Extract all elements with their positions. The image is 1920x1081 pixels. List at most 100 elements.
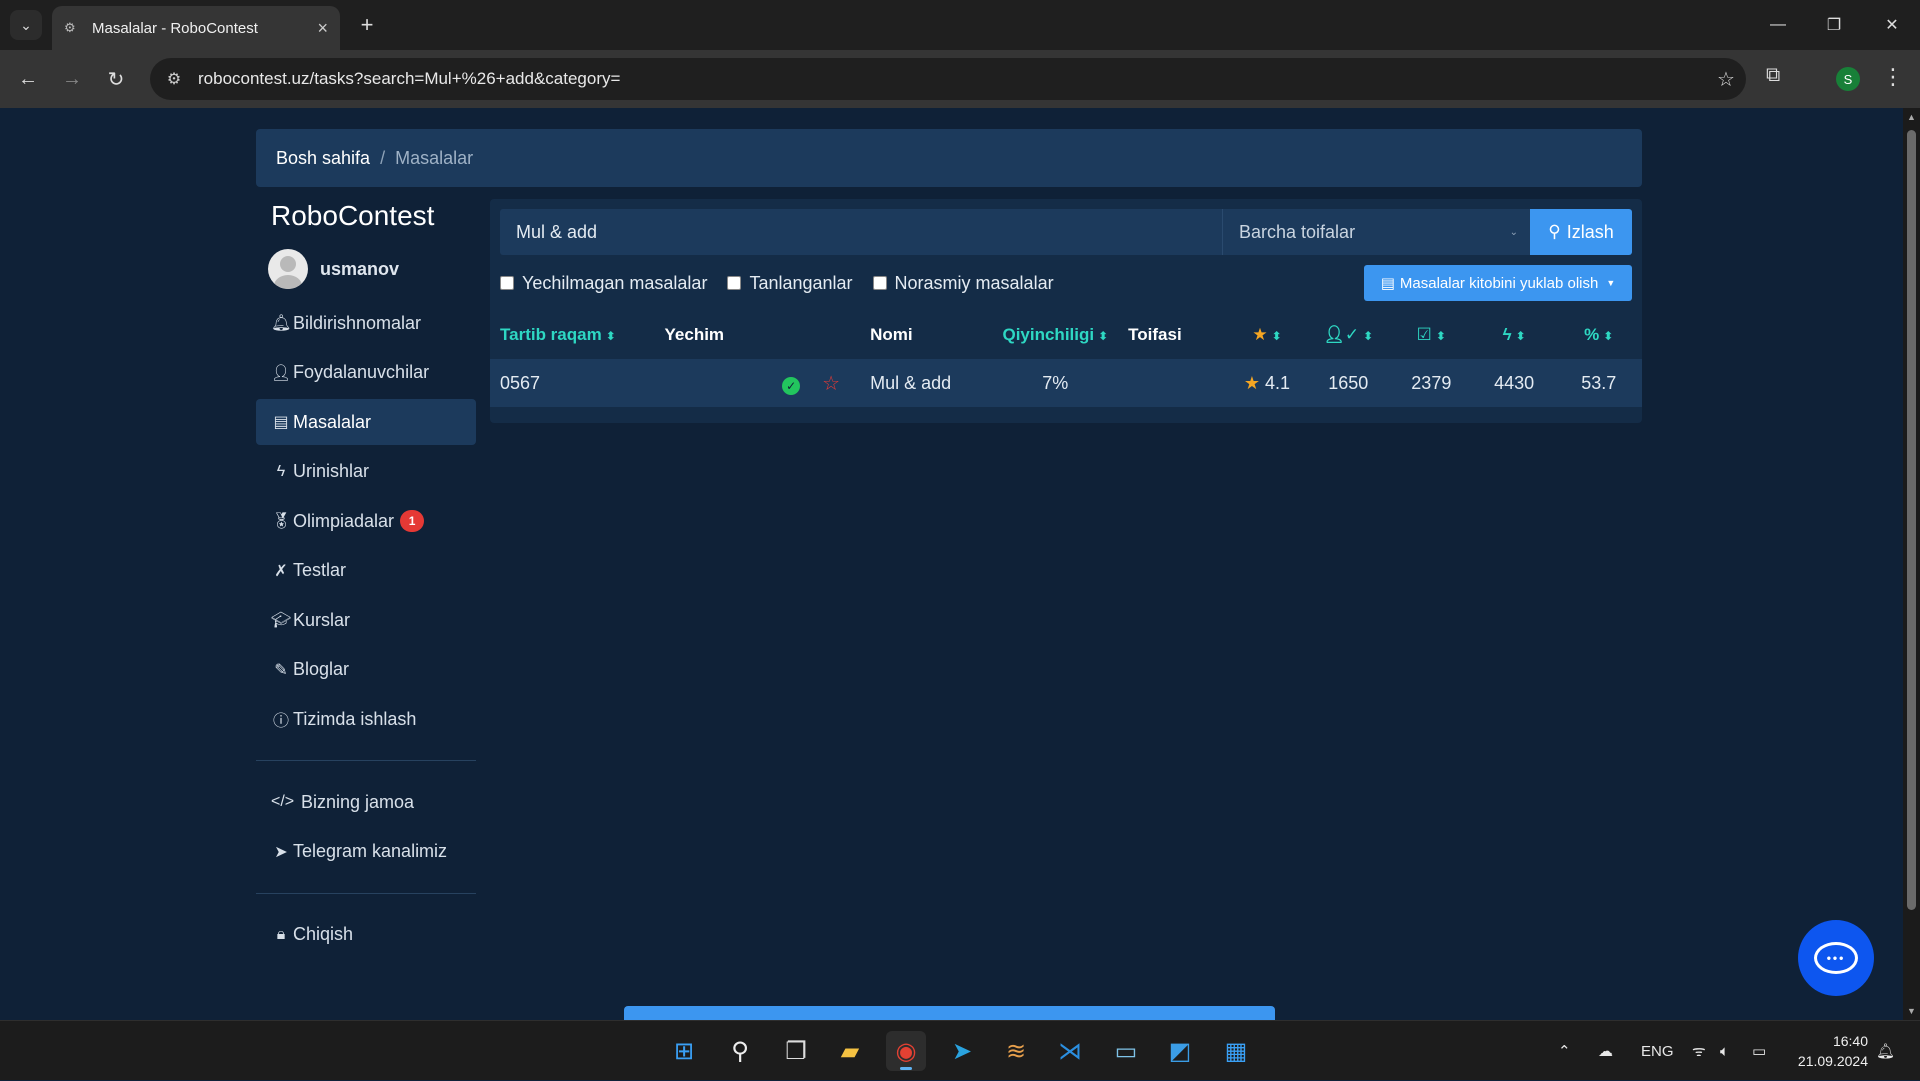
tray-overflow-icon[interactable]: ⌃ [1558, 1021, 1571, 1081]
unsolved-checkbox[interactable] [500, 276, 514, 290]
sidebar-item-attempts[interactable]: ϟ Urinishlar [256, 449, 476, 495]
chrome-icon[interactable]: ◉ [886, 1031, 926, 1071]
column-rating[interactable]: ★ ⬍ [1227, 311, 1306, 359]
sidebar-item-users[interactable]: 👤︎ Foydalanuvchilar [256, 350, 476, 396]
book-icon: ▤ [273, 414, 289, 431]
wifi-icon[interactable]: ᯤ [1692, 1021, 1706, 1081]
onedrive-icon[interactable]: ☁ [1598, 1021, 1613, 1081]
bookmark-star-icon[interactable]: ☆ [1706, 67, 1746, 92]
sidebar-item-olympiads[interactable]: 🏅︎ Olimpiadalar 1 [256, 498, 476, 544]
sidebar-item-label: Urinishlar [293, 461, 370, 481]
brand-logo[interactable]: RoboContest [256, 200, 476, 246]
sidebar-nav: 🔔︎ Bildirishnomalar 👤︎ Foydalanuvchilar … [256, 300, 476, 958]
close-window-button[interactable]: ✕ [1864, 0, 1920, 50]
sidebar-item-label: Foydalanuvchilar [293, 362, 430, 382]
column-difficulty[interactable]: Qiyinchiligi ⬍ [992, 311, 1118, 359]
chat-bubble-icon: ••• [1814, 942, 1858, 974]
notepad-icon[interactable]: ▦ [1216, 1031, 1256, 1071]
page-scrollbar[interactable]: ▲ ▼ [1903, 108, 1920, 1020]
browser-tab[interactable]: ⚙ Masalalar - RoboContest × [52, 6, 340, 50]
download-book-button[interactable]: ▤ Masalalar kitobini yuklab olish ▼ [1364, 265, 1632, 301]
check-square-icon: ☑ [1416, 325, 1432, 344]
task-attempts: 4430 [1494, 372, 1535, 393]
windows-start-icon[interactable]: ⊞ [664, 1031, 704, 1071]
user-profile[interactable]: usmanov [256, 246, 476, 292]
lock-icon: 🔒︎ [276, 925, 286, 943]
notification-bell-icon[interactable]: 🔔︎ [1876, 1021, 1895, 1081]
favorites-filter[interactable]: Tanlanganlar [727, 273, 853, 294]
sidebar: RoboContest usmanov 🔔︎ Bildirishnomalar … [256, 196, 476, 961]
table-row: 0567 ✓ ☆ Mul & add 7% ★ 4.1 1650 2379 443… [490, 359, 1642, 407]
forward-button[interactable]: → [56, 63, 88, 95]
url-text[interactable]: robocontest.uz/tasks?search=Mul+%26+add&… [198, 69, 1706, 89]
favorites-checkbox[interactable] [727, 276, 742, 290]
sidebar-divider [256, 760, 476, 761]
battery-icon[interactable]: ▭ [1752, 1021, 1766, 1081]
sidebar-item-notifications[interactable]: 🔔︎ Bildirishnomalar [256, 300, 476, 346]
info-icon: ⓘ [272, 713, 289, 730]
search-icon[interactable]: ⚲ [720, 1031, 760, 1071]
caret-down-icon: ▼ [1606, 278, 1616, 288]
scroll-up-arrow-icon[interactable]: ▲ [1907, 112, 1916, 122]
code-icon: </> [271, 793, 295, 810]
terminal-icon[interactable]: ▭ [1106, 1031, 1146, 1071]
new-tab-button[interactable]: + [352, 10, 382, 40]
breadcrumb-home-link[interactable]: Bosh sahifa [276, 148, 370, 169]
back-button[interactable]: ← [12, 63, 44, 95]
medal-icon: 🏅︎ [271, 513, 292, 530]
telegram-icon[interactable]: ➤ [942, 1031, 982, 1071]
site-settings-icon[interactable]: ⚙ [154, 69, 194, 89]
reload-button[interactable]: ↻ [100, 63, 132, 95]
browser-menu-icon[interactable]: ⋮ [1882, 64, 1904, 90]
language-indicator[interactable]: ENG [1641, 1021, 1674, 1081]
system-clock[interactable]: 16:40 21.09.2024 [1786, 1031, 1868, 1071]
search-button[interactable]: ⚲ Izlash [1530, 209, 1632, 255]
chat-button[interactable]: ••• [1798, 920, 1874, 996]
column-name-label: Nomi [870, 325, 913, 344]
task-view-icon[interactable]: ❐ [776, 1031, 816, 1071]
vscode-icon[interactable]: ⋊ [1050, 1031, 1090, 1071]
avatar[interactable] [268, 249, 308, 289]
column-percent[interactable]: % ⬍ [1556, 311, 1642, 359]
tab-search-button[interactable]: ⌄ [10, 10, 42, 40]
photos-icon[interactable]: ◩ [1160, 1031, 1200, 1071]
sidebar-item-telegram[interactable]: ➤ Telegram kanalimiz [256, 829, 476, 875]
scroll-down-arrow-icon[interactable]: ▼ [1907, 1006, 1916, 1016]
sidebar-item-logout[interactable]: 🔒︎ Chiqish [256, 912, 476, 958]
unsolved-filter[interactable]: Yechilmagan masalalar [500, 273, 707, 294]
task-name-link[interactable]: Mul & add [860, 359, 992, 407]
sidebar-item-help[interactable]: ⓘ Tizimda ishlash [256, 696, 476, 742]
unofficial-filter[interactable]: Norasmiy masalalar [872, 272, 1054, 294]
column-attempts[interactable]: ϟ ⬍ [1473, 311, 1556, 359]
extensions-icon[interactable]: ⧉ [1766, 64, 1780, 87]
address-bar[interactable]: ⚙ robocontest.uz/tasks?search=Mul+%26+ad… [150, 58, 1746, 100]
profile-avatar[interactable]: S [1836, 67, 1860, 91]
favorite-star-icon[interactable]: ☆ [822, 373, 840, 395]
scrollbar-thumb[interactable] [1907, 130, 1916, 910]
sidebar-item-label: Chiqish [293, 924, 354, 944]
column-solvers[interactable]: 👤︎✓ ⬍ [1307, 311, 1390, 359]
column-accepted[interactable]: ☑ ⬍ [1390, 311, 1473, 359]
sidebar-item-tests[interactable]: ✗ Testlar [256, 548, 476, 594]
minimize-button[interactable]: — [1750, 0, 1806, 50]
sidebar-item-tasks[interactable]: ▤ Masalalar [256, 399, 476, 445]
column-id[interactable]: Tartib raqam ⬍ [490, 311, 655, 359]
sidebar-item-blogs[interactable]: ✎ Bloglar [256, 647, 476, 693]
username[interactable]: usmanov [320, 259, 399, 280]
footer-banner[interactable] [624, 1006, 1275, 1020]
restore-button[interactable]: ❐ [1806, 0, 1862, 50]
task-id-link[interactable]: 0567 [490, 359, 655, 407]
filter-checkboxes: Yechilmagan masalalar Tanlanganlar Noras… [500, 265, 1074, 301]
unofficial-checkbox[interactable] [872, 276, 887, 290]
volume-icon[interactable]: 🔈︎ [1720, 1021, 1729, 1081]
sublime-icon[interactable]: ≋ [996, 1031, 1036, 1071]
unofficial-filter-label: Norasmiy masalalar [894, 272, 1054, 293]
search-input[interactable] [500, 209, 1222, 255]
file-explorer-icon[interactable]: ▰ [830, 1031, 870, 1071]
tasks-table: Tartib raqam ⬍ Yechim Nomi Qiyinchiligi ⬍ … [490, 311, 1642, 407]
category-select[interactable]: Barcha toifalar ⌄ [1222, 209, 1530, 255]
sidebar-item-courses[interactable]: 🎓︎ Kurslar [256, 597, 476, 643]
task-difficulty: 7% [1042, 372, 1069, 393]
sidebar-item-team[interactable]: </> Bizning jamoa [256, 779, 476, 825]
close-tab-icon[interactable]: × [317, 18, 328, 39]
